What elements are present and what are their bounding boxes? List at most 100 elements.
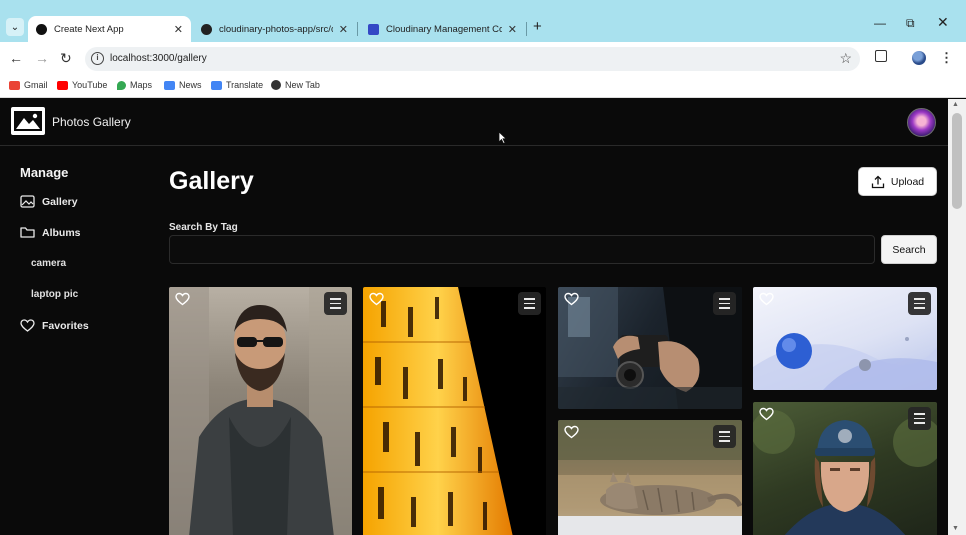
scroll-up-arrow-icon[interactable]: ▲ [952,101,959,108]
tab-search-button[interactable]: ⌄ [6,18,24,36]
tab-divider [357,22,358,36]
sidebar-item-albums[interactable]: Albums [20,226,81,239]
info-icon[interactable]: i [91,52,104,65]
upload-icon [871,175,885,188]
heart-icon [20,319,35,332]
browser-tab-bar: ⌄ Create Next App ✕ cloudinary-photos-ap… [0,0,966,42]
gallery-image-spheres[interactable] [753,287,937,390]
main-content: Gallery Upload Search By Tag Search [168,147,938,535]
close-icon[interactable]: ✕ [508,23,517,36]
address-bar[interactable]: i localhost:3000/gallery ☆ [85,47,860,71]
gallery-image-camera[interactable] [558,287,742,409]
tab-title: Create Next App [54,23,124,35]
url-text[interactable]: localhost:3000/gallery [110,53,207,64]
mouse-cursor-icon [498,131,507,144]
bookmark-label: News [179,80,202,90]
heart-icon[interactable] [564,425,579,439]
close-icon[interactable]: ✕ [174,23,183,36]
search-input[interactable] [169,235,875,264]
heart-icon[interactable] [759,292,774,306]
nextjs-icon [36,23,47,35]
logo-icon [11,107,45,135]
sidebar-item-album-laptop-pic[interactable]: laptop pic [31,289,78,300]
sidebar-item-album-camera[interactable]: camera [31,258,66,269]
scrollbar-thumb[interactable] [952,113,962,209]
tab-create-next-app[interactable]: Create Next App ✕ [28,16,191,42]
heart-icon[interactable] [759,407,774,421]
heart-icon[interactable] [564,292,579,306]
bookmark-label: Gmail [24,80,48,90]
youtube-icon [57,80,68,90]
sidebar-item-label: Albums [42,226,81,239]
page-scrollbar[interactable]: ▲ ▼ [948,99,966,535]
bookmark-translate[interactable]: Translate [211,80,263,90]
news-icon [164,80,175,90]
bookmark-star-icon[interactable]: ☆ [839,50,852,67]
sidebar-item-favorites[interactable]: Favorites [20,319,89,332]
heart-icon[interactable] [369,292,384,306]
bookmark-new-tab[interactable]: New Tab [271,80,320,90]
gallery-image-cat[interactable] [558,420,742,535]
close-window-button[interactable]: ✕ [937,14,949,31]
sidebar-item-gallery[interactable]: Gallery [20,195,78,208]
brand-name: Photos Gallery [52,115,131,129]
new-tab-button[interactable]: + [533,18,542,35]
page-title: Gallery [169,167,254,195]
bookmark-gmail[interactable]: Gmail [9,80,48,90]
search-button-label: Search [892,243,926,256]
bookmark-label: Translate [226,80,264,90]
menu-icon[interactable] [908,407,931,430]
tab-title: cloudinary-photos-app/src/cor [219,23,333,35]
restore-button[interactable]: ⧉ [906,16,915,31]
close-icon[interactable]: ✕ [339,23,348,36]
browser-toolbar: ← → ↻ i localhost:3000/gallery ☆ [0,42,966,75]
sidebar: Manage Gallery Albums camera laptop pic [0,147,155,535]
tab-divider [526,22,527,36]
menu-icon[interactable] [713,292,736,315]
upload-label: Upload [890,175,925,188]
heart-icon[interactable] [175,292,190,306]
gallery-image-lanterns[interactable] [363,287,546,535]
gallery-image-man-cap[interactable] [753,402,937,535]
forward-button[interactable]: → [35,50,49,66]
bookmarks-bar: Gmail YouTube Maps News Translate New Ta… [0,75,966,98]
minimize-button[interactable]: — [874,16,886,30]
bookmark-youtube[interactable]: YouTube [57,80,107,90]
menu-icon[interactable] [908,292,931,315]
menu-icon[interactable] [713,425,736,448]
folder-icon [20,227,35,238]
tab-title: Cloudinary Management Conso [386,23,502,35]
gallery-image-man-sunglasses[interactable] [169,287,352,535]
translate-icon [211,80,222,90]
upload-button[interactable]: Upload [858,167,937,196]
reload-button[interactable]: ↻ [60,50,72,67]
avatar[interactable] [907,108,936,137]
gmail-icon [9,80,20,90]
globe-icon [271,80,281,90]
bookmark-label: New Tab [285,80,320,90]
sidebar-title: Manage [20,165,69,180]
tab-cloudinary[interactable]: Cloudinary Management Conso ✕ [360,16,525,42]
search-button[interactable]: Search [881,235,937,264]
cloudinary-icon [368,23,379,35]
github-icon [201,23,212,35]
search-label: Search By Tag [169,222,238,233]
sidebar-item-label: Favorites [42,319,89,332]
bookmark-maps[interactable]: Maps [117,80,152,90]
browser-profile-avatar[interactable] [912,51,926,65]
bookmark-news[interactable]: News [164,80,202,90]
menu-icon[interactable] [324,292,347,315]
photo-man [169,287,352,535]
scroll-down-arrow-icon[interactable]: ▼ [952,525,959,532]
tab-github[interactable]: cloudinary-photos-app/src/cor ✕ [193,16,356,42]
app-page: Photos Gallery Manage Gallery Albums cam… [0,99,948,535]
bookmark-label: Maps [130,80,153,90]
screen: ⌄ Create Next App ✕ cloudinary-photos-ap… [0,0,966,535]
app-header: Photos Gallery [0,99,948,146]
bookmark-label: YouTube [72,80,108,90]
back-button[interactable]: ← [9,50,23,66]
photo-lanterns [363,287,513,535]
extensions-icon[interactable] [875,50,887,62]
browser-menu-icon[interactable]: ⋮ [940,50,953,66]
menu-icon[interactable] [518,292,541,315]
